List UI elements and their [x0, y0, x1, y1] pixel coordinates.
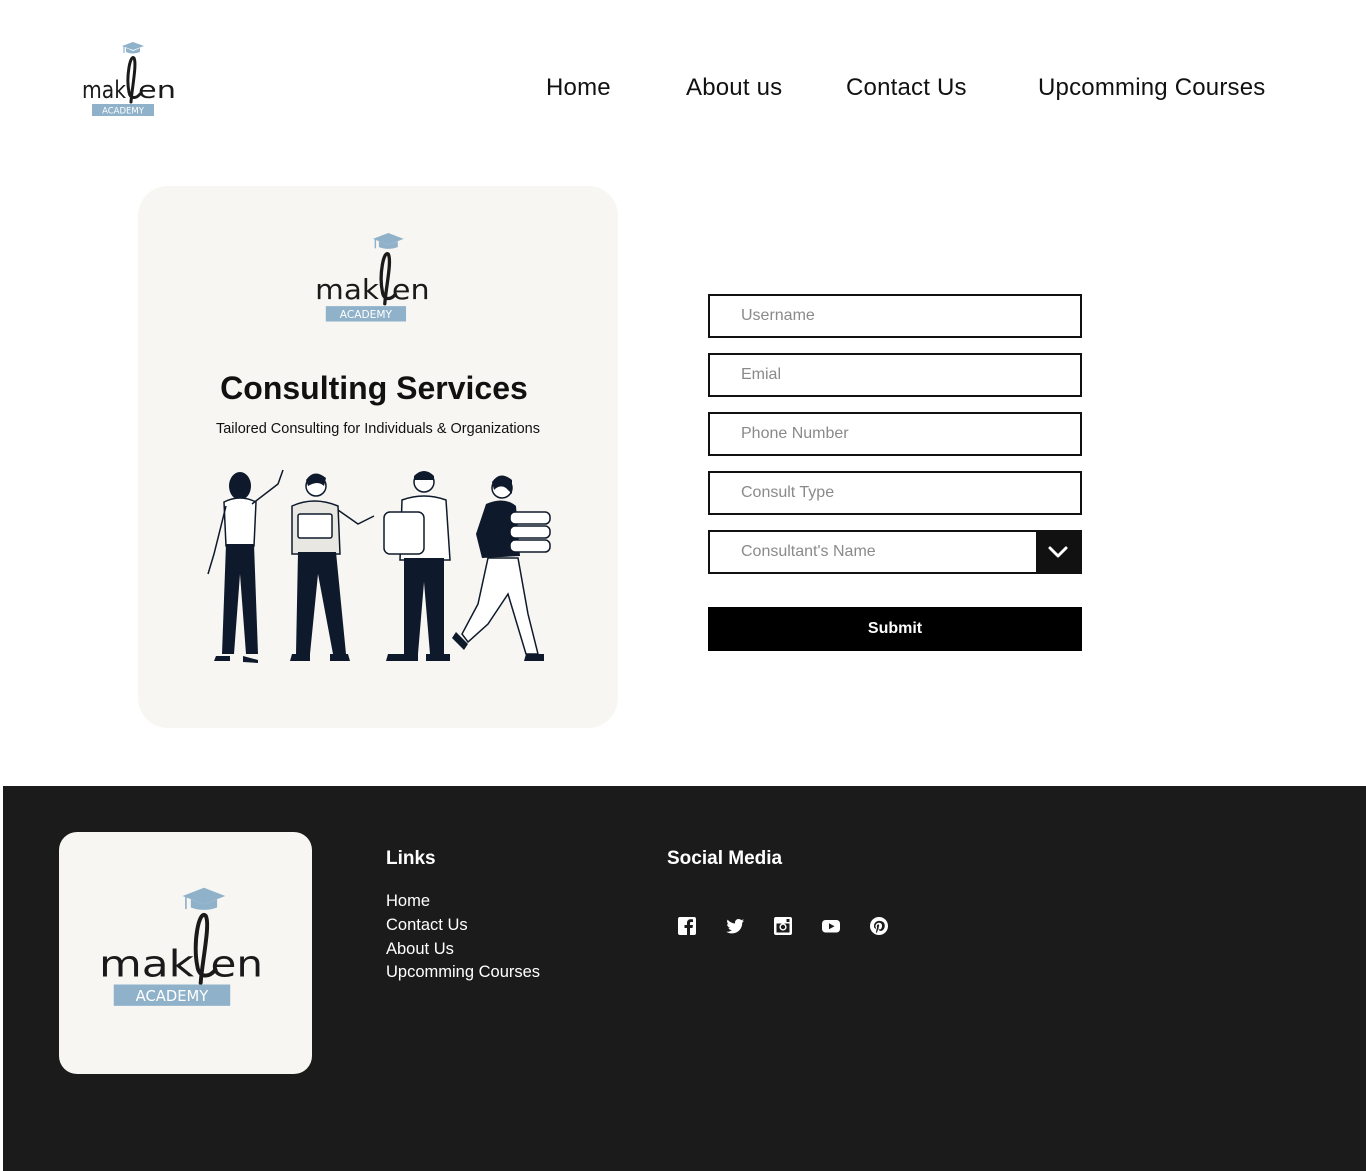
chevron-down-icon	[1048, 546, 1068, 558]
footer-social-heading: Social Media	[667, 848, 783, 869]
card-logo: mak en ACADEMY	[315, 232, 430, 322]
footer-link-upcoming-courses[interactable]: Upcomming Courses	[386, 961, 540, 985]
footer-logo-card: mak en ACADEMY	[59, 832, 312, 1074]
team-illustration	[207, 469, 551, 663]
username-field	[708, 294, 1082, 338]
dropdown-toggle[interactable]	[1036, 532, 1080, 572]
person-waving-illustration	[207, 469, 284, 663]
svg-text:en: en	[392, 275, 430, 306]
graduation-cap-icon	[122, 42, 144, 54]
submit-button[interactable]: Submit	[708, 607, 1082, 651]
email-input[interactable]	[710, 355, 1041, 395]
nav-about[interactable]: About us	[686, 74, 782, 102]
logo-tagline: ACADEMY	[102, 107, 145, 117]
svg-text:mak: mak	[315, 275, 379, 306]
person-board-illustration	[383, 471, 451, 661]
phone-field	[708, 412, 1082, 456]
graduation-cap-icon	[182, 887, 226, 910]
graduation-cap-icon	[373, 232, 404, 249]
card-logo-tagline: ACADEMY	[340, 308, 393, 321]
instagram-icon[interactable]	[773, 916, 793, 936]
footer: mak en ACADEMY Links Home Contact Us Abo…	[3, 786, 1366, 1171]
svg-text:en: en	[211, 943, 263, 985]
nav-home[interactable]: Home	[546, 74, 611, 102]
main-nav: Home About us Contact Us Upcomming Cours…	[0, 74, 1366, 104]
consulting-card: mak en ACADEMY Consulting Services Tailo…	[138, 186, 618, 728]
footer-logo[interactable]: mak en ACADEMY	[99, 884, 263, 1026]
svg-text:mak: mak	[99, 943, 194, 985]
footer-link-about[interactable]: About Us	[386, 938, 540, 962]
consultant-name-input[interactable]	[710, 532, 1041, 572]
nav-contact[interactable]: Contact Us	[846, 74, 967, 102]
pinterest-icon[interactable]	[869, 916, 889, 936]
footer-link-home[interactable]: Home	[386, 890, 540, 914]
footer-logo-tagline: ACADEMY	[136, 988, 210, 1005]
phone-input[interactable]	[710, 414, 1041, 454]
person-laptop-illustration	[290, 473, 375, 661]
email-field	[708, 353, 1082, 397]
nav-upcoming-courses[interactable]: Upcomming Courses	[1038, 74, 1265, 102]
youtube-icon[interactable]	[821, 916, 841, 936]
consult-type-input[interactable]	[710, 473, 1041, 513]
card-title: Consulting Services	[220, 370, 528, 406]
footer-links-heading: Links	[386, 848, 436, 869]
consult-type-field	[708, 471, 1082, 515]
card-subtitle: Tailored Consulting for Individuals & Or…	[215, 421, 540, 437]
facebook-icon[interactable]	[677, 916, 697, 936]
footer-link-contact[interactable]: Contact Us	[386, 914, 540, 938]
person-walking-illustration	[452, 475, 551, 661]
username-input[interactable]	[710, 296, 1041, 336]
twitter-icon[interactable]	[725, 916, 745, 936]
consultant-name-select[interactable]	[708, 530, 1082, 574]
footer-links-list: Home Contact Us About Us Upcomming Cours…	[386, 890, 540, 985]
